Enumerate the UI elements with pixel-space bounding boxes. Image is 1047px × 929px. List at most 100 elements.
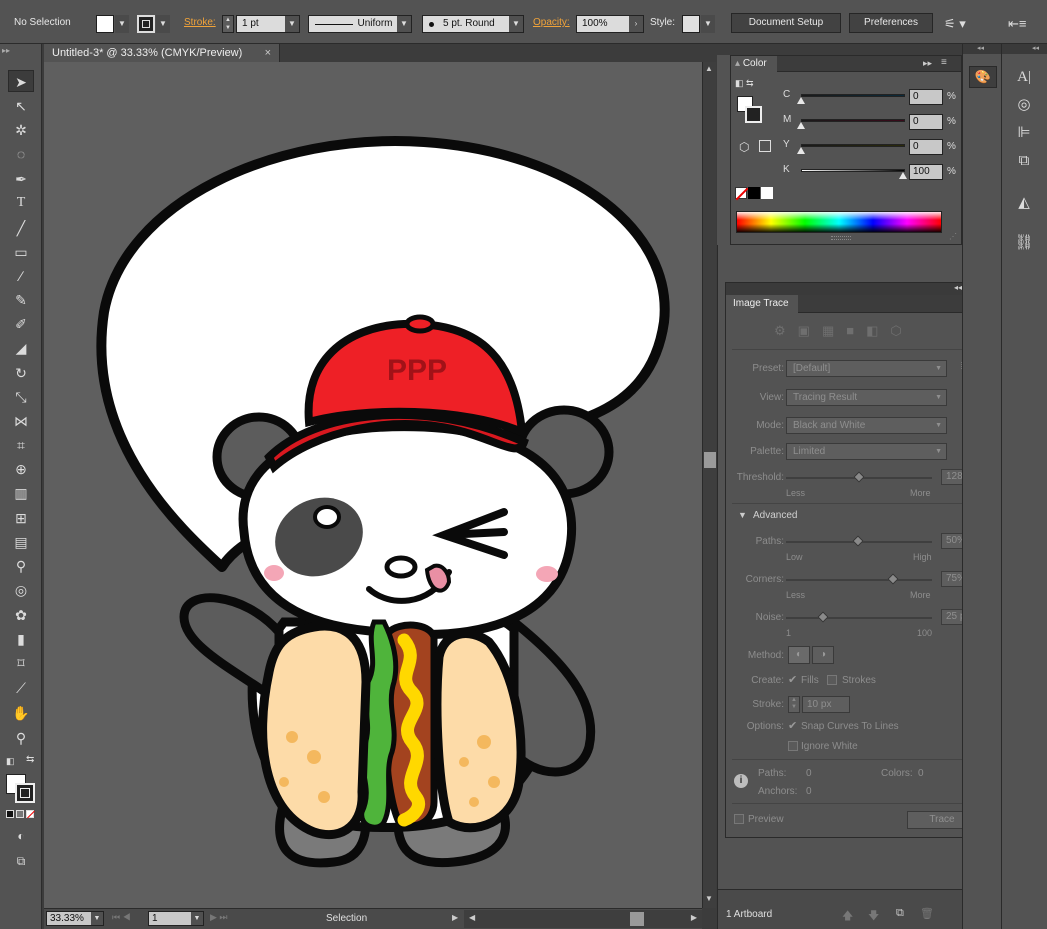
character-icon[interactable]: A| — [1011, 66, 1037, 88]
channel-value-field[interactable]: 100 — [909, 164, 943, 180]
scroll-down-icon[interactable]: ▼ — [705, 894, 713, 903]
abutting-method-icon[interactable]: ◐ — [788, 646, 810, 664]
noise-slider[interactable] — [786, 617, 932, 619]
panel-menu-icon[interactable]: ⇤≡ — [1008, 14, 1028, 34]
stroke-weight-field[interactable]: 1 pt ▼ — [236, 15, 300, 33]
color-mode-icon[interactable] — [6, 810, 14, 818]
black-swatch[interactable] — [748, 187, 760, 199]
channel-slider[interactable] — [801, 119, 905, 122]
rectangle-tool-icon[interactable]: ▭ — [8, 241, 34, 263]
threshold-slider-thumb[interactable] — [853, 471, 865, 483]
snap-curves-checkbox[interactable]: ✔ — [788, 719, 797, 732]
collapse-panel-icon[interactable]: ◂◂ — [1032, 44, 1039, 52]
slider-thumb-icon[interactable] — [797, 97, 805, 104]
pencil-tool-icon[interactable]: ✎ — [8, 289, 34, 311]
white-swatch[interactable] — [761, 187, 773, 199]
new-artboard-icon[interactable]: ⧉ — [896, 907, 904, 920]
slider-thumb-icon[interactable] — [797, 147, 805, 154]
blend-tool-icon[interactable]: ◎ — [8, 579, 34, 601]
opacity-link[interactable]: Opacity: — [533, 17, 570, 28]
corners-slider-thumb[interactable] — [887, 573, 899, 585]
view-dropdown[interactable]: Tracing Result ▼ — [786, 389, 947, 406]
stroke-swatch[interactable] — [137, 15, 155, 33]
resize-grip[interactable] — [831, 236, 851, 240]
type-tool-icon[interactable]: T — [8, 192, 34, 214]
magic-wand-tool-icon[interactable]: ✲ — [8, 119, 34, 141]
advanced-toggle[interactable]: Advanced — [753, 510, 797, 521]
direct-selection-tool-icon[interactable]: ↖ — [8, 95, 34, 117]
trash-icon[interactable]: 🗑 — [920, 907, 934, 920]
stroke-value-field[interactable]: 10 px — [802, 696, 850, 713]
strokes-checkbox[interactable] — [827, 675, 837, 685]
appearance-icon[interactable]: ◎ — [1011, 94, 1037, 116]
disclosure-triangle-icon[interactable]: ▼ — [738, 510, 747, 520]
line-segment-tool-icon[interactable]: ╱ — [8, 217, 34, 239]
opacity-field[interactable]: 100% › — [576, 15, 644, 33]
symbol-sprayer-tool-icon[interactable]: ✿ — [8, 604, 34, 626]
channel-value-field[interactable]: 0 — [909, 89, 943, 105]
none-mode-icon[interactable] — [26, 810, 35, 819]
chevron-down-icon[interactable]: ▼ — [701, 15, 715, 33]
resize-corner-icon[interactable]: ⋰ — [949, 232, 957, 241]
close-icon[interactable]: × — [265, 44, 271, 62]
arrange-documents-icon[interactable]: ⚟ ▾ — [944, 14, 974, 34]
preview-checkbox[interactable] — [734, 814, 744, 824]
transparency-icon[interactable]: ◭ — [1011, 192, 1037, 214]
gradient-tool-icon[interactable]: ▤ — [8, 531, 34, 553]
scroll-up-icon[interactable]: ▲ — [705, 64, 713, 73]
lasso-tool-icon[interactable]: ◌ — [8, 143, 34, 165]
screen-mode-icon[interactable]: ⧉ — [8, 850, 34, 872]
expand-panel-icon[interactable]: ▸▸ — [923, 58, 932, 69]
channel-slider[interactable] — [801, 144, 905, 147]
none-color-icon[interactable] — [735, 187, 749, 201]
artboard-tool-icon[interactable]: ⌑ — [8, 652, 34, 674]
channel-slider[interactable] — [801, 169, 905, 172]
ignore-white-checkbox[interactable] — [788, 741, 798, 751]
panel-menu-icon[interactable]: ≡ — [941, 57, 947, 68]
slider-thumb-icon[interactable] — [899, 172, 907, 179]
web-safe-icon[interactable] — [759, 140, 771, 152]
collapse-panel-icon[interactable]: ▸▸ — [2, 46, 10, 55]
fills-checkbox[interactable]: ✔ — [788, 673, 797, 686]
move-down-icon[interactable]: 🡇 — [868, 907, 879, 926]
selection-tool-icon[interactable]: ➤ — [8, 70, 34, 92]
preset-icons[interactable]: ⚙▣▦■◧⬡ — [774, 323, 914, 339]
zoom-field[interactable]: 33.33% ▼ — [46, 911, 104, 926]
color-tab[interactable]: ▴ Color — [731, 56, 777, 72]
links-icon[interactable]: ⛓ — [1011, 232, 1037, 254]
default-colors-icon[interactable]: ◧ — [6, 756, 16, 766]
slider-thumb-icon[interactable] — [797, 122, 805, 129]
paintbrush-tool-icon[interactable]: ∕ — [8, 265, 34, 287]
scale-tool-icon[interactable]: ⤡ — [8, 386, 34, 408]
document-tab[interactable]: Untitled-3* @ 33.33% (CMYK/Preview) × — [44, 44, 280, 62]
palette-dropdown[interactable]: Limited ▼ — [786, 443, 947, 460]
gradient-mode-icon[interactable] — [16, 810, 24, 818]
swap-colors-icon[interactable]: ⇆ — [26, 754, 34, 765]
last-artboard-icon[interactable]: ▶ ⏭ — [210, 912, 228, 923]
scroll-thumb[interactable] — [704, 452, 716, 468]
color-guide-icon[interactable]: 🎨 — [969, 66, 997, 88]
fill-dropdown-arrow-icon[interactable]: ▼ — [115, 15, 129, 33]
preset-dropdown[interactable]: [Default] ▼ — [786, 360, 947, 377]
vertical-scrollbar[interactable]: ▲ ▼ — [702, 62, 716, 908]
graphic-style-swatch[interactable] — [682, 15, 700, 33]
paths-slider-thumb[interactable] — [852, 535, 864, 547]
mesh-tool-icon[interactable]: ⊞ — [8, 507, 34, 529]
noise-slider-thumb[interactable] — [817, 611, 829, 623]
channel-slider[interactable] — [801, 94, 905, 97]
collapse-panel-icon[interactable]: ◂◂ — [977, 44, 984, 52]
perspective-grid-tool-icon[interactable]: ▥ — [8, 482, 34, 504]
variable-width-profile[interactable]: Uniform ▼ — [308, 15, 412, 33]
rotate-tool-icon[interactable]: ↻ — [8, 362, 34, 384]
pathfinder-icon[interactable]: ⧉ — [1011, 150, 1037, 172]
free-transform-tool-icon[interactable]: ⌗ — [8, 434, 34, 456]
document-setup-button[interactable]: Document Setup — [731, 13, 841, 33]
column-graph-tool-icon[interactable]: ▮ — [8, 628, 34, 650]
collapse-panel-icon[interactable]: ◂◂ — [954, 283, 962, 292]
align-icon[interactable]: ⊫ — [1011, 122, 1037, 144]
brush-definition[interactable]: 5 pt. Round ▼ — [422, 15, 524, 33]
corners-slider[interactable] — [786, 579, 932, 581]
preferences-button[interactable]: Preferences — [849, 13, 933, 33]
artboard-number-field[interactable]: 1 ▼ — [148, 911, 204, 926]
overlapping-method-icon[interactable]: ◑ — [812, 646, 834, 664]
